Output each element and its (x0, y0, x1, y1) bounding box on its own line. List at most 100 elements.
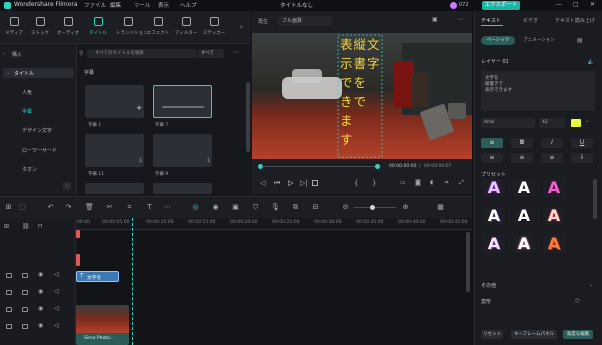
render-icon[interactable]: ◉ (211, 203, 220, 212)
subtab-animation[interactable]: アニメーション (519, 36, 559, 45)
tab-stock[interactable]: ストック (28, 15, 52, 41)
stop-icon[interactable] (312, 180, 318, 186)
timeline-area[interactable]: 00:00 00:00:05:00 00:00:10:00 00:00:15:0… (76, 218, 472, 345)
playhead-marker[interactable] (76, 230, 80, 238)
preset-style[interactable]: A (513, 235, 535, 253)
mic-icon[interactable]: 🎙 (271, 203, 280, 212)
sidebar-item-popular[interactable]: 人気 (22, 89, 32, 96)
preset-style[interactable]: A (543, 207, 565, 225)
align-justify-icon[interactable]: ≡ (481, 153, 503, 163)
mark-out-icon[interactable]: } (372, 179, 376, 187)
zoom-in-icon[interactable]: ⊕ (401, 203, 410, 212)
expand-icon[interactable]: ⤢ (459, 179, 464, 187)
more-icon[interactable]: ⋯ (233, 49, 239, 56)
maximize-icon[interactable]: □ (573, 1, 579, 8)
filter-icon[interactable]: ⚲ (79, 50, 83, 57)
add-track-icon[interactable]: ⊞ (4, 223, 9, 230)
speaker-icon[interactable]: ◁ (54, 288, 59, 295)
settings-icon[interactable]: ▤ (577, 37, 583, 44)
align-left-icon[interactable]: ≡ (481, 138, 503, 148)
tab-tts[interactable]: テキスト読み上げ (555, 17, 595, 24)
export-button[interactable]: エクスポート (482, 1, 520, 10)
keyframe-diamond-icon[interactable]: ◇ (575, 297, 580, 304)
speaker-icon[interactable]: ◁ (54, 322, 59, 329)
end-marker[interactable] (375, 164, 380, 169)
color-swatch[interactable] (571, 119, 581, 127)
timeline-scrollbar[interactable] (466, 232, 470, 292)
cut-icon[interactable]: ✂ (105, 203, 114, 212)
snapshot-icon[interactable]: ▣ (432, 16, 438, 23)
library-scrollbar[interactable] (246, 82, 250, 152)
preset-style[interactable]: A (483, 235, 505, 253)
sidebar-item-purchase[interactable]: 購入 (12, 51, 22, 58)
menu-tools[interactable]: ツール (134, 1, 151, 9)
preset-style[interactable]: A (483, 179, 505, 197)
video-preview[interactable]: 表縦文 示書字 でを きで ま す (252, 33, 472, 159)
eye-icon[interactable]: ◉ (38, 271, 43, 278)
timeline-ruler[interactable]: 00:00 00:00:05:00 00:00:10:00 00:00:15:0… (76, 218, 472, 230)
chevron-down-icon[interactable]: ⌄ (585, 118, 589, 124)
eye-icon[interactable]: ◉ (38, 322, 43, 329)
menu-view[interactable]: 表示 (158, 1, 169, 9)
lock-icon[interactable] (22, 324, 28, 329)
tab-media[interactable]: メディア (2, 15, 26, 41)
fullscreen-icon[interactable]: ▭ (400, 179, 406, 186)
ai-tool-icon[interactable]: ◎ (191, 203, 200, 212)
title-tile[interactable] (85, 183, 144, 194)
title-tile[interactable] (153, 183, 212, 194)
speaker-icon[interactable]: ◁ (54, 271, 59, 278)
sidebar-item-lower-third[interactable]: ローワーサード (22, 147, 57, 154)
more-icon[interactable]: ⋯ (457, 16, 463, 23)
subtab-basic[interactable]: ベーシック (481, 36, 515, 45)
quality-dropdown[interactable]: フル画質 (278, 16, 332, 26)
preset-scrollbar[interactable] (593, 179, 597, 219)
minimize-icon[interactable]: — (556, 1, 562, 8)
step-forward-icon[interactable]: ▷| (300, 179, 308, 187)
add-icon[interactable]: + (136, 104, 142, 112)
text-edit-box[interactable]: 文字を 縦書きで 表示できます (481, 71, 595, 111)
keyframe-panel-button[interactable]: キーフレームパネル (511, 330, 557, 339)
avatar[interactable] (450, 2, 457, 9)
zoom-out-icon[interactable]: ⊖ (341, 203, 350, 212)
tab-text[interactable]: テキスト (481, 17, 501, 24)
font-dropdown[interactable]: Arial (481, 118, 535, 128)
speaker-icon[interactable]: ◁ (54, 305, 59, 312)
lock-icon[interactable] (22, 307, 28, 312)
advanced-edit-button[interactable]: 高度な編集 (563, 330, 593, 339)
close-icon[interactable]: ✕ (590, 1, 595, 8)
sidebar-item-subtitles[interactable]: 字幕 (22, 108, 32, 115)
volume-icon[interactable]: ◖ (430, 179, 433, 186)
tab-video[interactable]: ビデオ (523, 17, 538, 24)
menu-help[interactable]: ヘルプ (180, 1, 197, 9)
play-icon[interactable]: ▷ (288, 179, 293, 187)
tab-filters[interactable]: フィルター (174, 15, 198, 41)
snap-icon[interactable]: ⊟ (311, 203, 320, 212)
download-icon[interactable]: ⤓ (207, 156, 210, 164)
layout-icon[interactable]: ▦ (436, 203, 445, 212)
title-clip[interactable]: T 文字を (76, 271, 119, 282)
tab-effects[interactable]: エフェクト (146, 15, 170, 41)
more-icon[interactable]: ⋯ (163, 203, 172, 212)
download-icon[interactable]: ⤓ (139, 156, 142, 164)
preset-style[interactable]: A (543, 179, 565, 197)
sidebar-item-other[interactable]: タオン (22, 166, 37, 173)
eye-icon[interactable]: ◉ (38, 305, 43, 312)
crop-icon[interactable]: ⌗ (125, 203, 134, 212)
tab-titles[interactable]: タイトル (86, 15, 110, 41)
prev-frame-icon[interactable]: ◁ (260, 179, 265, 187)
mark-in-icon[interactable]: { (354, 179, 358, 187)
filter-dropdown[interactable]: すべて (198, 49, 224, 58)
video-clip[interactable]: Sirne Photo... (76, 305, 129, 345)
select-tool-icon[interactable]: ⬚ (18, 203, 27, 212)
zoom-slider-handle[interactable] (370, 205, 375, 210)
ai-icon[interactable]: ◭ (588, 58, 593, 65)
preset-style[interactable]: A (513, 179, 535, 197)
underline-icon[interactable]: U (571, 138, 593, 148)
tab-audio[interactable]: オーディオ (56, 15, 80, 41)
shield-icon[interactable]: ⛉ (251, 203, 260, 212)
chevron-down-icon[interactable]: ⌄ (589, 282, 593, 288)
lock-icon[interactable] (22, 273, 28, 278)
title-tile[interactable]: ⤓ (85, 134, 144, 167)
title-tile[interactable]: + (85, 85, 144, 118)
italic-icon[interactable]: I (541, 138, 563, 148)
